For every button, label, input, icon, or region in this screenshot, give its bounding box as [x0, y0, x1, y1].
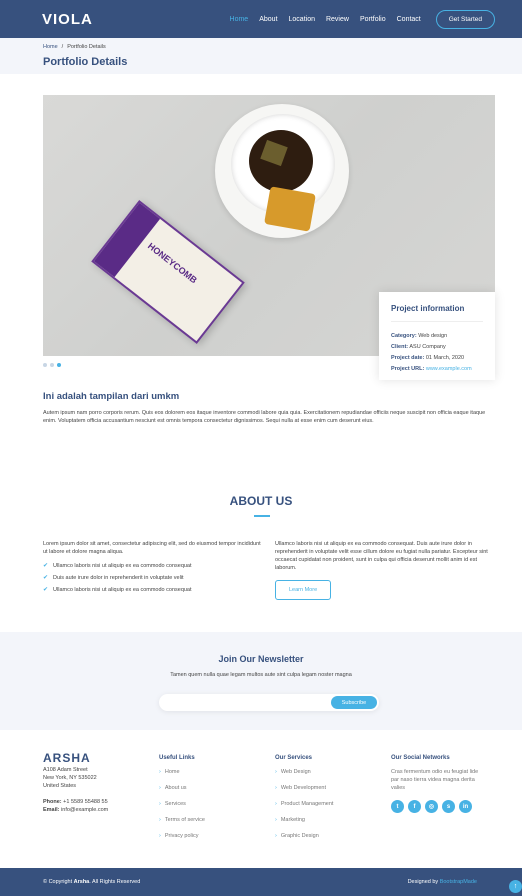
newsletter-text: Tamen quem nulla quae legam multos aute … — [170, 672, 352, 678]
chevron-right-icon: › — [275, 833, 277, 839]
newsletter-section: Join Our Newsletter Tamen quem nulla qua… — [0, 632, 522, 730]
footer-address-line: A108 Adam Street — [43, 767, 88, 773]
project-category: Category: Web design — [391, 333, 448, 339]
footer-link[interactable]: › Terms of service — [159, 816, 259, 824]
footer-service-link[interactable]: › Graphic Design — [275, 832, 380, 840]
chevron-right-icon: › — [275, 817, 277, 823]
slider-pagination — [43, 363, 61, 367]
chevron-right-icon: › — [275, 769, 277, 775]
about-left-column: Lorem ipsum dolor sit amet, consectetur … — [43, 540, 265, 598]
about-list-item: ✔ Ullamco laboris nisi ut aliquip ex ea c… — [43, 563, 192, 569]
facebook-icon[interactable]: f — [408, 800, 421, 813]
footer-link[interactable]: › Home — [159, 768, 259, 776]
page-title: Portfolio Details — [43, 56, 128, 68]
newsletter-title: Join Our Newsletter — [218, 654, 304, 664]
portfolio-title: Ini adalah tampilan dari umkm — [43, 391, 180, 402]
footer-link[interactable]: › Services — [159, 800, 259, 808]
footer-service-link[interactable]: › Web Design — [275, 768, 380, 776]
footer-contact: ARSHA A108 Adam Street New York, NY 5350… — [43, 751, 143, 814]
portfolio-description: Autem ipsum nam porro corporis rerum. Qu… — [43, 410, 486, 425]
linkedin-icon[interactable]: in — [459, 800, 472, 813]
about-list-item: ✔ Ullamco laboris nisi ut aliquip ex ea c… — [43, 587, 192, 593]
newsletter-email-input[interactable] — [159, 697, 319, 715]
about-title: ABOUT US — [229, 494, 293, 508]
social-links: t f ◎ s in — [391, 800, 481, 813]
footer-address-line: United States — [43, 783, 77, 789]
footer-bottom-bar: © Copyright Arsha. All Rights Reserved D… — [0, 868, 522, 896]
about-right-text: Ullamco laboris nisi ut aliquip ex ea co… — [275, 541, 488, 571]
honeycomb-piece — [264, 186, 316, 232]
footer-useful-links: Useful Links › Home › About us › Services ›… — [159, 754, 259, 848]
copyright: © Copyright Arsha. All Rights Reserved — [43, 879, 141, 885]
nav-contact[interactable]: Contact — [397, 16, 421, 23]
breadcrumb: Home / Portfolio Details — [43, 44, 522, 50]
useful-links-title: Useful Links — [159, 755, 195, 761]
footer-service-link[interactable]: › Product Management — [275, 800, 380, 808]
footer-link[interactable]: › About us — [159, 784, 259, 792]
chevron-right-icon: › — [275, 785, 277, 791]
designed-by: Designed by BootstrapMade — [407, 879, 477, 885]
about-underline — [254, 515, 270, 517]
social-text: Cras fermentum odio eu feugiat lide par … — [391, 769, 479, 791]
nav-home[interactable]: Home — [230, 16, 249, 23]
check-icon: ✔ — [43, 575, 49, 581]
about-right-column: Ullamco laboris nisi ut aliquip ex ea co… — [275, 540, 497, 600]
honeycomb-package: HONEYCOMB — [91, 200, 245, 344]
footer-brand: ARSHA — [43, 751, 91, 765]
project-url: Project URL: www.example.com — [391, 366, 472, 372]
slider-dot[interactable] — [43, 363, 47, 367]
nav-location[interactable]: Location — [289, 16, 315, 23]
footer-link[interactable]: › Privacy policy — [159, 832, 259, 840]
back-to-top-icon[interactable]: ↑ — [509, 880, 522, 893]
twitter-icon[interactable]: t — [391, 800, 404, 813]
slider-dot-active[interactable] — [57, 363, 61, 367]
project-client: Client: ASU Company — [391, 344, 446, 350]
site-logo[interactable]: VIOLA — [42, 11, 93, 28]
designer-link[interactable]: BootstrapMade — [440, 879, 477, 885]
check-icon: ✔ — [43, 563, 49, 569]
footer-email: Email: info@example.com — [43, 807, 109, 813]
breadcrumb-home[interactable]: Home — [43, 44, 58, 50]
services-title: Our Services — [275, 755, 313, 761]
chevron-right-icon: › — [159, 785, 161, 791]
chevron-right-icon: › — [159, 833, 161, 839]
footer-phone: Phone: +1 5589 55488 55 — [43, 799, 108, 805]
check-icon: ✔ — [43, 587, 49, 593]
about-list-item: ✔ Duis aute irure dolor in reprehenderit … — [43, 575, 184, 581]
nav-about[interactable]: About — [259, 16, 277, 23]
nav-portfolio[interactable]: Portfolio — [360, 16, 386, 23]
about-intro: Lorem ipsum dolor sit amet, consectetur … — [43, 541, 261, 555]
chevron-right-icon: › — [275, 801, 277, 807]
site-header: VIOLA Home About Location Review Portfol… — [0, 0, 522, 38]
footer-service-link[interactable]: › Web Development — [275, 784, 380, 792]
chevron-right-icon: › — [159, 769, 161, 775]
instagram-icon[interactable]: ◎ — [425, 800, 438, 813]
get-started-button[interactable]: Get Started — [435, 9, 495, 29]
skype-icon[interactable]: s — [442, 800, 455, 813]
nav-review[interactable]: Review — [326, 16, 349, 23]
breadcrumb-section: Home / Portfolio Details Portfolio Detai… — [0, 38, 522, 74]
footer-service-link[interactable]: › Marketing — [275, 816, 380, 824]
social-title: Our Social Networks — [391, 755, 450, 761]
slider-dot[interactable] — [50, 363, 54, 367]
project-date: Project date: 01 March, 2020 — [391, 355, 465, 361]
project-info-card: Project information Category: Web design… — [379, 292, 495, 380]
main-nav: Home About Location Review Portfolio Con… — [230, 9, 495, 29]
breadcrumb-current: Portfolio Details — [67, 44, 106, 50]
footer-address-line: New York, NY 535022 — [43, 775, 97, 781]
newsletter-form: Subscribe — [159, 694, 379, 715]
footer-services: Our Services › Web Design › Web Developmen… — [275, 754, 380, 848]
learn-more-button[interactable]: Learn More — [275, 580, 332, 600]
project-info-heading: Project information — [391, 304, 483, 322]
project-url-link[interactable]: www.example.com — [426, 366, 472, 372]
breadcrumb-separator: / — [61, 44, 64, 50]
chevron-right-icon: › — [159, 801, 161, 807]
chevron-right-icon: › — [159, 817, 161, 823]
subscribe-button[interactable]: Subscribe — [331, 696, 377, 709]
package-label: HONEYCOMB — [145, 240, 199, 286]
footer-social: Our Social Networks Cras fermentum odio … — [391, 754, 481, 813]
